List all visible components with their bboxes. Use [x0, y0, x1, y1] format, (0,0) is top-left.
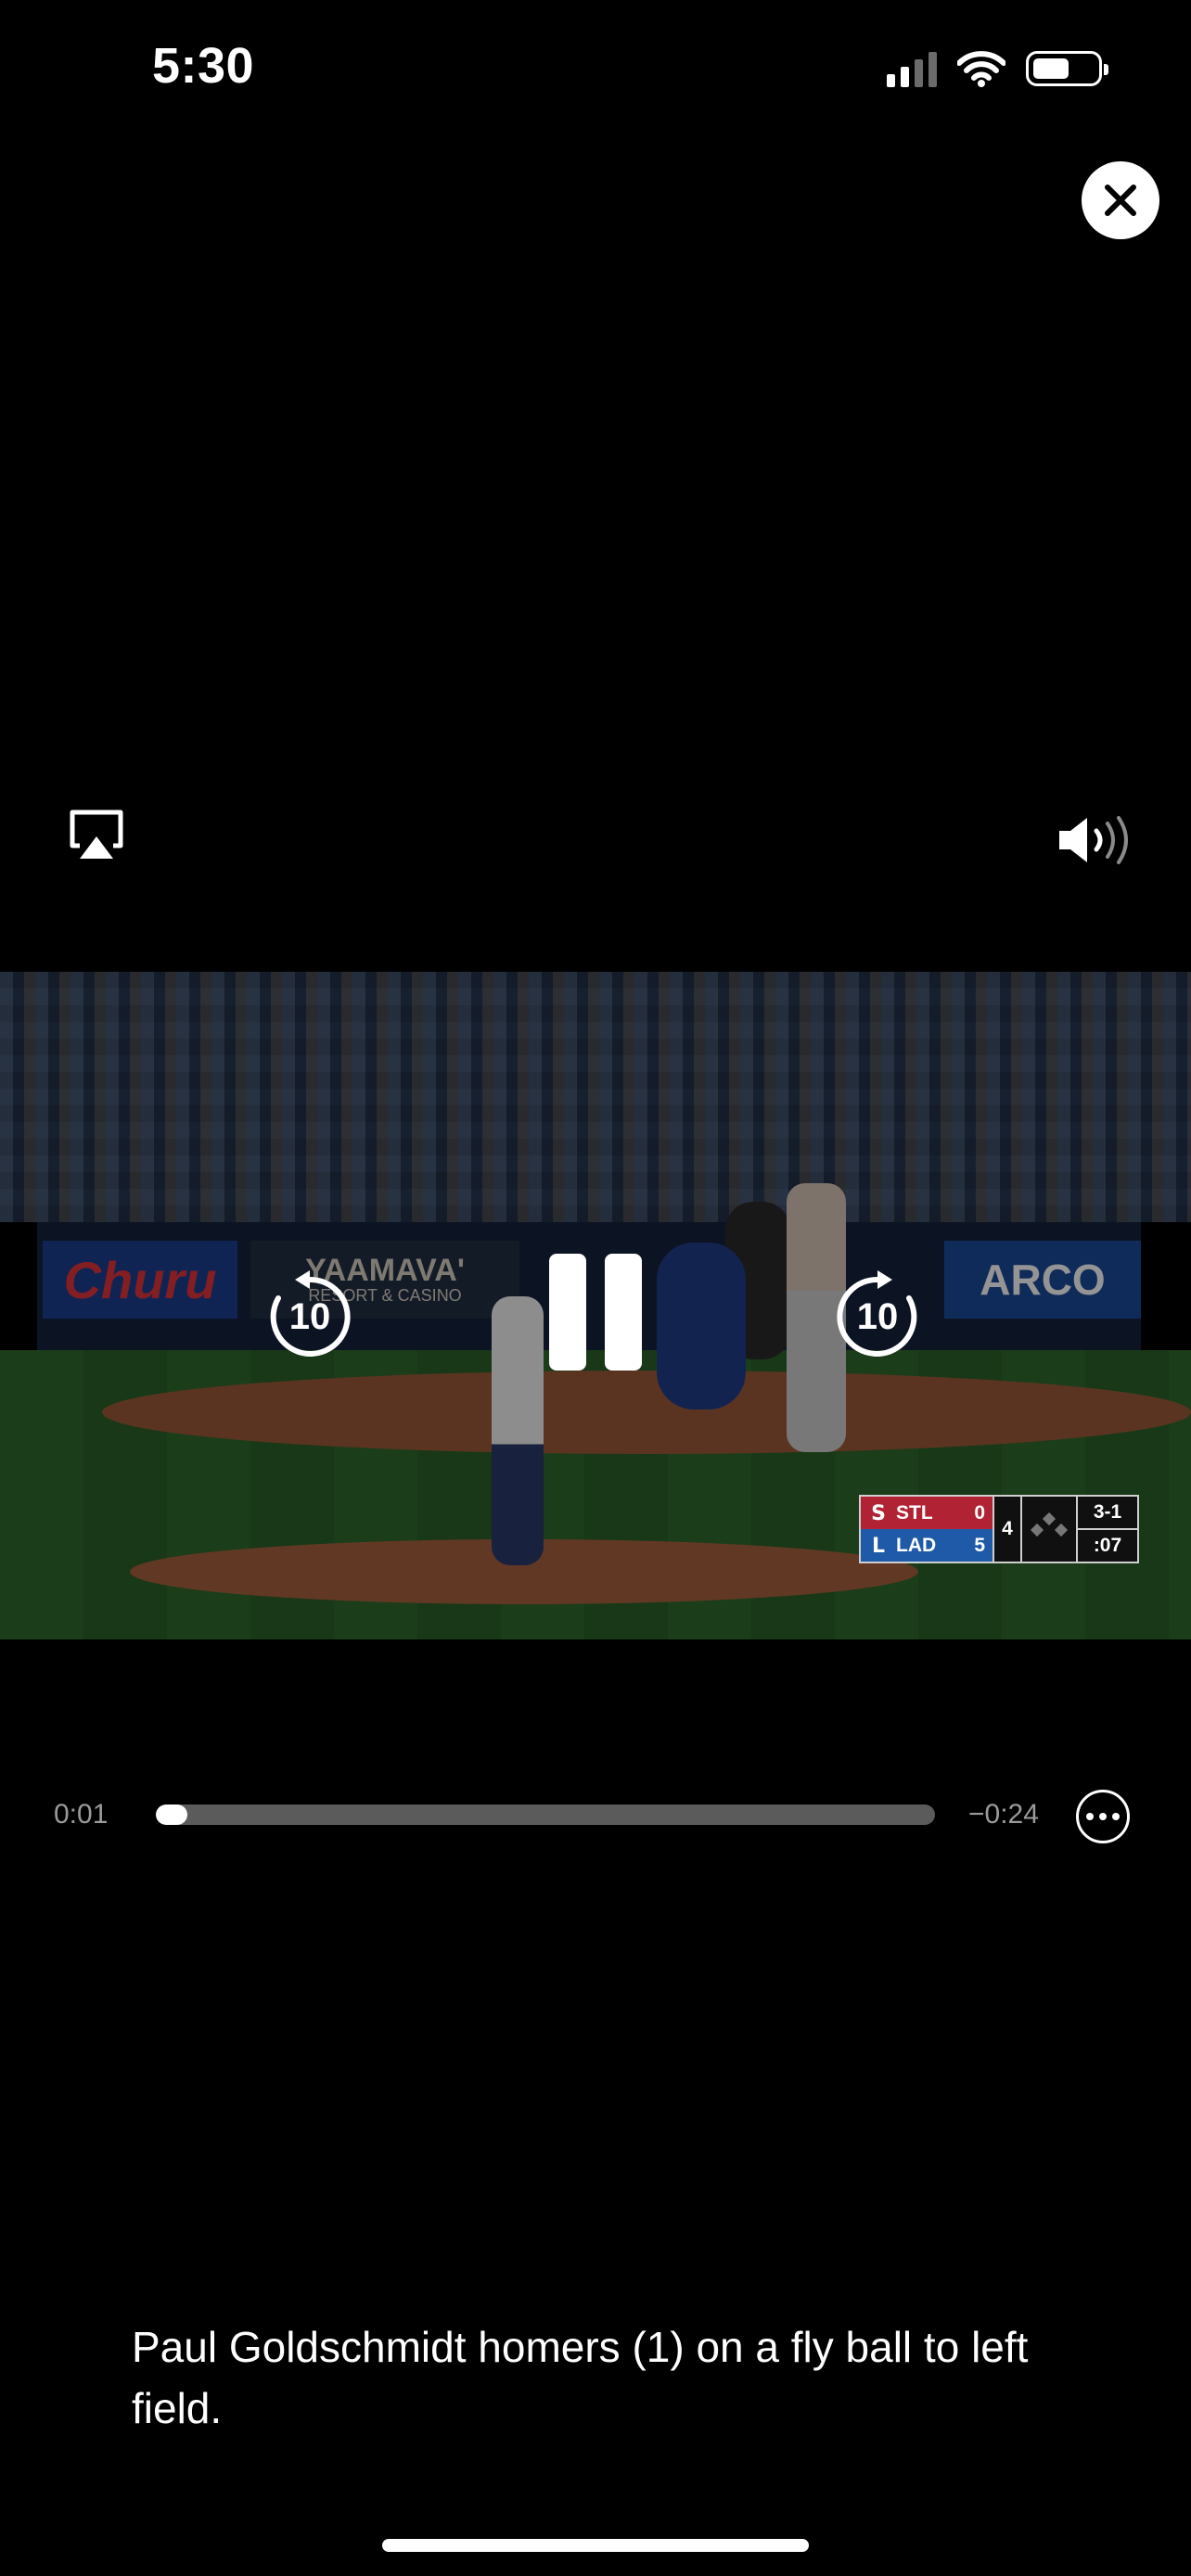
airplay-button[interactable] — [67, 809, 126, 861]
skip-back-button[interactable]: 10 — [263, 1269, 356, 1361]
close-icon — [1105, 185, 1136, 216]
time-remaining: −0:24 — [968, 1799, 1039, 1830]
battery-icon — [1026, 51, 1108, 86]
away-team: STL — [896, 1501, 933, 1524]
pause-icon-bar — [605, 1254, 642, 1371]
volume-icon — [1059, 816, 1128, 864]
airplay-icon — [70, 810, 123, 859]
status-icons — [887, 48, 1108, 89]
close-button[interactable] — [1082, 161, 1159, 239]
la-logo-icon: 𝗟 — [871, 1533, 886, 1557]
home-team: LAD — [896, 1534, 937, 1556]
pause-icon — [549, 1254, 586, 1371]
progress-played — [156, 1804, 187, 1825]
home-score: 5 — [974, 1534, 985, 1556]
stl-logo-icon: 𝗦 — [871, 1500, 886, 1524]
bases-icon — [1020, 1497, 1076, 1562]
status-time: 5:30 — [152, 38, 255, 94]
count-box: 3-1 :07 — [1076, 1497, 1137, 1562]
skip-forward-button[interactable]: 10 — [831, 1269, 924, 1361]
volume-button[interactable] — [1056, 812, 1133, 868]
pitch-clock: :07 — [1078, 1528, 1137, 1562]
skip-back-seconds: 10 — [288, 1296, 331, 1337]
cellular-signal-icon — [887, 50, 937, 87]
time-elapsed: 0:01 — [54, 1799, 109, 1830]
skip-forward-seconds: 10 — [856, 1296, 899, 1337]
away-score: 0 — [974, 1501, 985, 1524]
pause-button[interactable] — [549, 1254, 642, 1371]
more-options-button[interactable] — [1076, 1790, 1130, 1843]
video-caption: Paul Goldschmidt homers (1) on a fly bal… — [132, 2323, 1029, 2432]
more-options-icon — [1086, 1813, 1094, 1820]
score-row-away: 𝗦 STL 0 — [861, 1497, 992, 1529]
inning: 4 — [992, 1497, 1020, 1562]
home-indicator[interactable] — [382, 2539, 809, 2552]
progress-scrubber[interactable] — [156, 1804, 935, 1825]
score-bug-teams: 𝗦 STL 0 𝗟 LAD 5 — [861, 1497, 992, 1562]
wifi-icon — [957, 51, 1005, 87]
ball-strike-count: 3-1 — [1093, 1501, 1122, 1523]
score-row-home: 𝗟 LAD 5 — [861, 1529, 992, 1562]
score-bug: 𝗦 STL 0 𝗟 LAD 5 4 3-1 :07 — [859, 1495, 1139, 1563]
